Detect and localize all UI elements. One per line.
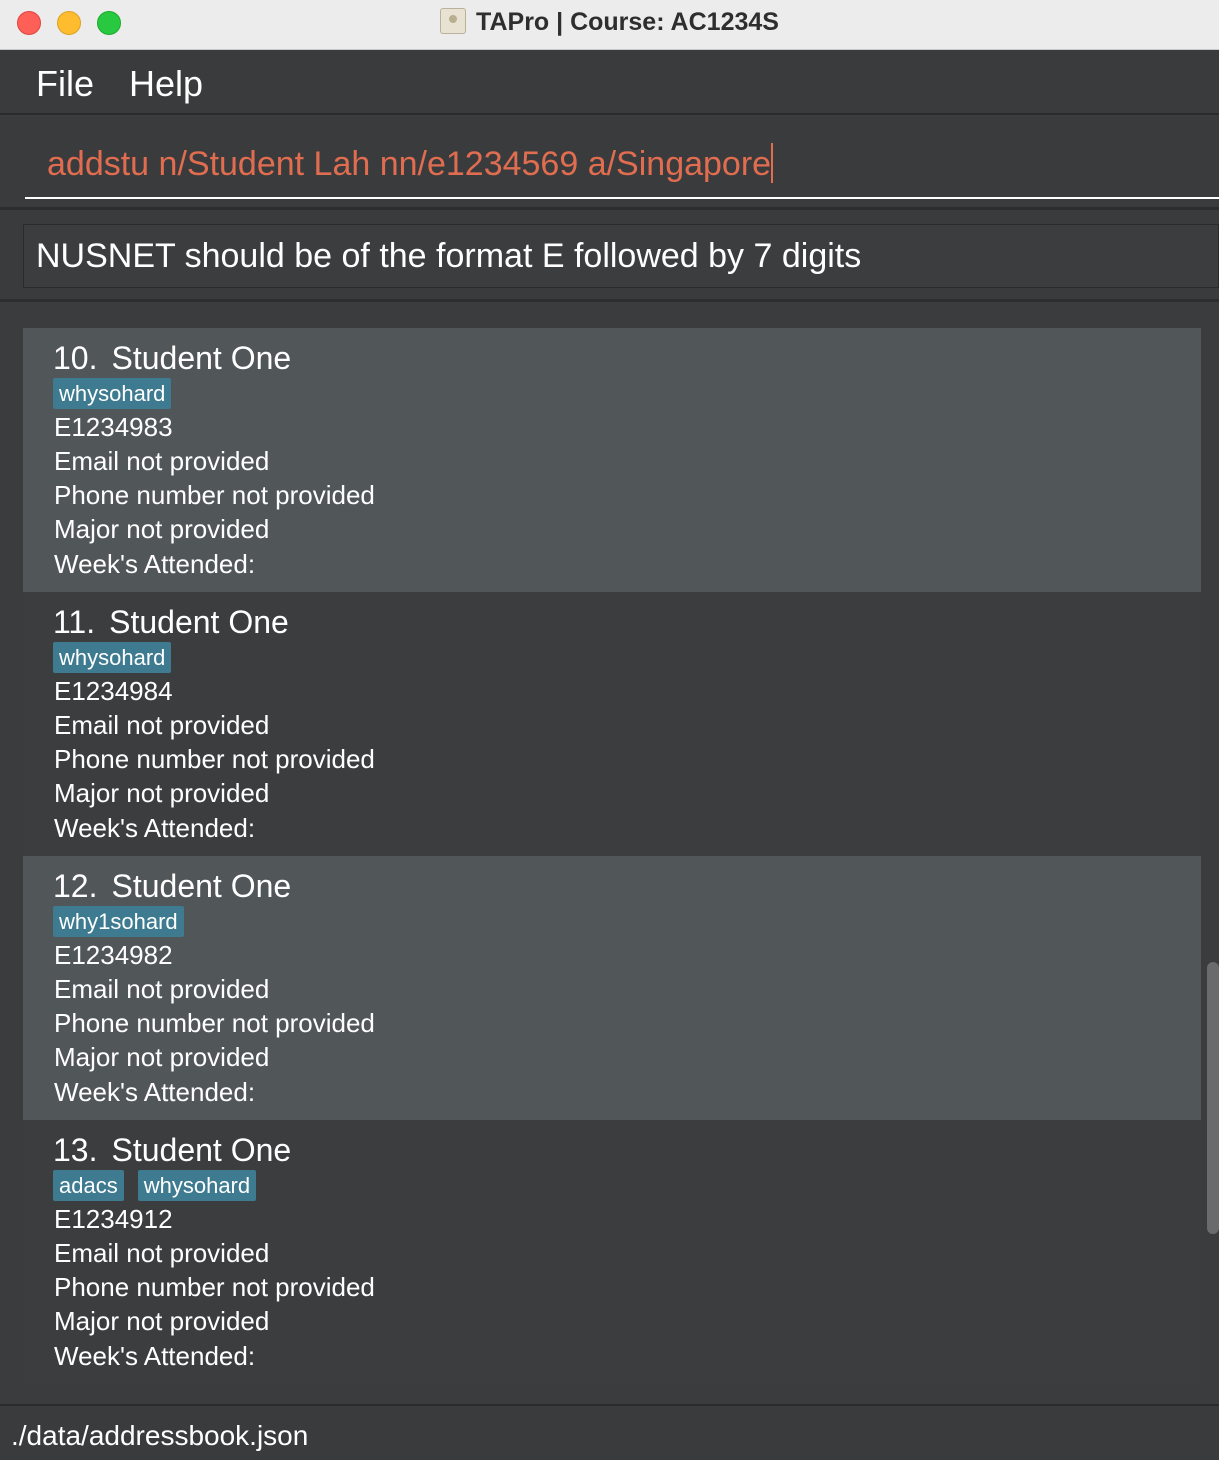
student-card-title: 10. Student One [53, 340, 291, 377]
command-input[interactable]: addstu n/Student Lah nn/e1234569 a/Singa… [25, 117, 1219, 199]
window-title: TAPro | Course: AC1234S [476, 8, 779, 36]
student-phone: Phone number not provided [54, 744, 375, 774]
student-name: Student One [109, 604, 289, 640]
student-phone: Phone number not provided [54, 1272, 375, 1302]
student-index: 10. [53, 340, 98, 376]
student-weeks-attended: Week's Attended: [54, 813, 256, 843]
menu-file[interactable]: File [36, 63, 94, 105]
text-caret [771, 143, 774, 183]
student-major: Major not provided [54, 514, 270, 544]
student-index: 13. [53, 1132, 98, 1168]
tag-list: whysohard [53, 642, 172, 673]
student-card[interactable]: 12. Student One why1sohard E1234982 Email… [23, 856, 1201, 1120]
menu-help[interactable]: Help [129, 63, 203, 105]
student-email: Email not provided [54, 446, 270, 476]
student-weeks-attended: Week's Attended: [54, 549, 256, 579]
student-index: 12. [53, 868, 98, 904]
tag-list: adacs whysohard [53, 1170, 257, 1201]
student-nusnet: E1234982 [54, 940, 173, 970]
command-input-text[interactable]: addstu n/Student Lah nn/e1234569 a/Singa… [47, 143, 774, 184]
result-display-area: NUSNET should be of the format E followe… [0, 210, 1219, 302]
student-card[interactable]: 11. Student One whysohard E1234984 Email … [23, 592, 1201, 856]
student-name: Student One [111, 1132, 292, 1168]
list-scrollbar-thumb[interactable] [1207, 962, 1219, 1234]
student-phone: Phone number not provided [54, 480, 375, 510]
student-email: Email not provided [54, 1238, 270, 1268]
student-name: Student One [111, 340, 292, 376]
student-nusnet: E1234983 [54, 412, 173, 442]
tag-list: why1sohard [53, 906, 184, 937]
menu-bar: File Help [0, 51, 1219, 115]
tag-badge: whysohard [53, 378, 172, 409]
student-card-title: 13. Student One [53, 1132, 291, 1169]
command-box: addstu n/Student Lah nn/e1234569 a/Singa… [0, 117, 1219, 210]
command-value: addstu n/Student Lah nn/e1234569 a/Singa… [47, 145, 772, 183]
status-bar: ./data/addressbook.json [0, 1404, 1219, 1460]
student-weeks-attended: Week's Attended: [54, 1077, 256, 1107]
student-name: Student One [111, 868, 292, 904]
title-bar: TAPro | Course: AC1234S [0, 0, 1219, 50]
window-title-wrap: TAPro | Course: AC1234S [0, 8, 1219, 37]
student-card[interactable]: 13. Student One adacs whysohard E1234912 … [23, 1120, 1201, 1384]
student-nusnet: E1234912 [54, 1204, 173, 1234]
student-list[interactable]: 10. Student One whysohard E1234983 Email … [23, 328, 1201, 1384]
student-major: Major not provided [54, 1306, 270, 1336]
result-display: NUSNET should be of the format E followe… [23, 224, 1219, 288]
student-weeks-attended: Week's Attended: [54, 1341, 256, 1371]
tag-badge: why1sohard [53, 906, 184, 937]
result-message: NUSNET should be of the format E followe… [36, 237, 862, 275]
student-card-title: 12. Student One [53, 868, 291, 905]
student-major: Major not provided [54, 778, 270, 808]
tag-badge: whysohard [137, 1170, 257, 1201]
student-email: Email not provided [54, 974, 270, 1004]
tag-badge: adacs [53, 1170, 124, 1201]
save-location-path: ./data/addressbook.json [11, 1420, 309, 1451]
student-email: Email not provided [54, 710, 270, 740]
address-book-icon [440, 8, 467, 34]
student-major: Major not provided [54, 1042, 270, 1072]
student-phone: Phone number not provided [54, 1008, 375, 1038]
student-nusnet: E1234984 [54, 676, 173, 706]
tag-list: whysohard [53, 378, 172, 409]
student-card-title: 11. Student One [53, 604, 289, 641]
tag-badge: whysohard [53, 642, 172, 673]
student-card[interactable]: 10. Student One whysohard E1234983 Email … [23, 328, 1201, 592]
student-index: 11. [53, 604, 96, 640]
